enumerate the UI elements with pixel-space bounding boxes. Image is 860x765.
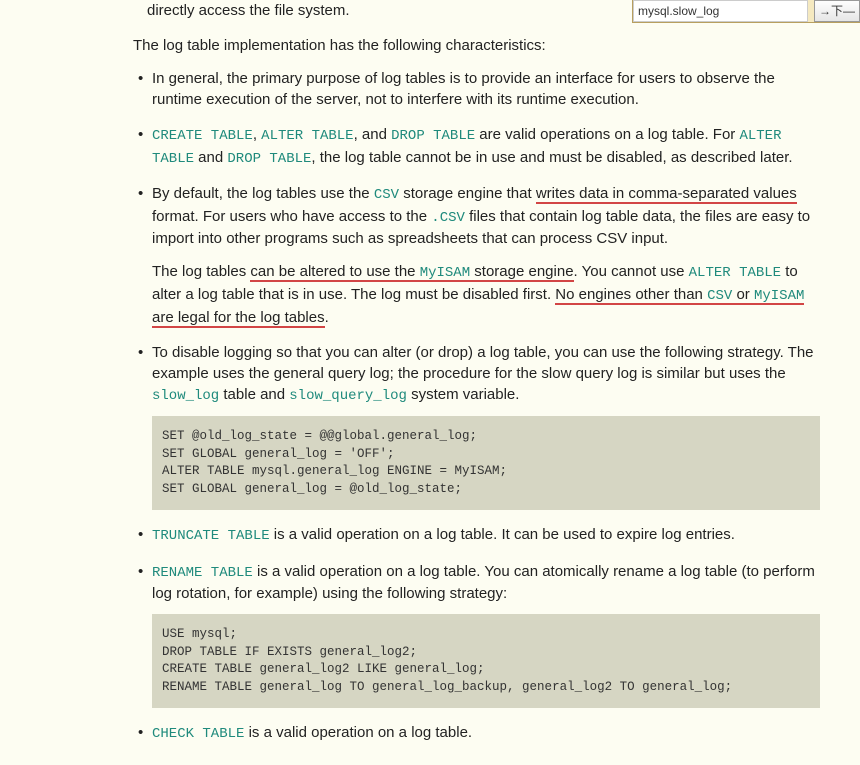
code-csv: CSV	[374, 187, 399, 203]
text: storage engine	[470, 263, 573, 280]
text: or	[732, 286, 754, 303]
text: ,	[253, 126, 261, 143]
code-check-table: CHECK TABLE	[152, 726, 244, 742]
text: is a valid operation on a log table.	[244, 724, 472, 741]
text: format. For users who have access to the	[152, 208, 431, 225]
text: , the log table cannot be in use and mus…	[311, 149, 792, 166]
text: The log tables	[152, 263, 250, 280]
text: are valid operations on a log table. For	[475, 126, 739, 143]
code-alter-table: ALTER TABLE	[689, 265, 781, 281]
code-myisam: MyISAM	[754, 288, 804, 304]
text: In general, the primary purpose of log t…	[152, 70, 775, 108]
text: is a valid operation on a log table. It …	[270, 526, 735, 543]
bullet-csv-default: By default, the log tables use the CSV s…	[138, 183, 820, 327]
bullet-rename: RENAME TABLE is a valid operation on a l…	[138, 561, 820, 709]
search-input[interactable]	[633, 0, 808, 22]
bullet-check: CHECK TABLE is a valid operation on a lo…	[138, 722, 820, 745]
code-csv-ext: .CSV	[431, 210, 465, 226]
code-slow-query-log: slow_query_log	[289, 388, 407, 404]
document-body: directly access the file system. The log…	[0, 0, 860, 765]
bullet-valid-ops: CREATE TABLE, ALTER TABLE, and DROP TABL…	[138, 124, 820, 169]
text: are legal for the log tables	[152, 309, 325, 326]
underlined-text: can be altered to use the MyISAM storage…	[250, 263, 573, 282]
code-create-table: CREATE TABLE	[152, 128, 253, 144]
code-myisam: MyISAM	[420, 265, 470, 281]
code-block-rename: USE mysql; DROP TABLE IF EXISTS general_…	[152, 614, 820, 708]
code-slow-log: slow_log	[152, 388, 219, 404]
bullet-truncate: TRUNCATE TABLE is a valid operation on a…	[138, 524, 820, 547]
code-alter-table: ALTER TABLE	[261, 128, 353, 144]
bullet-purpose: In general, the primary purpose of log t…	[138, 68, 820, 110]
bullet-disable-strategy: To disable logging so that you can alter…	[138, 342, 820, 511]
underlined-text: writes data in comma-separated values	[536, 185, 797, 204]
text: No engines other than	[555, 286, 707, 303]
code-drop-table: DROP TABLE	[227, 151, 311, 167]
text: . You cannot use	[574, 263, 689, 280]
text: .	[325, 309, 329, 326]
code-truncate-table: TRUNCATE TABLE	[152, 528, 270, 544]
text: storage engine that	[399, 185, 536, 202]
code-csv: CSV	[707, 288, 732, 304]
code-block-disable: SET @old_log_state = @@global.general_lo…	[152, 416, 820, 510]
search-bar: →下—	[632, 0, 860, 23]
code-rename-table: RENAME TABLE	[152, 565, 253, 581]
text: To disable logging so that you can alter…	[152, 344, 814, 382]
code-drop-table: DROP TABLE	[391, 128, 475, 144]
text: table and	[219, 386, 289, 403]
text: system variable.	[407, 386, 520, 403]
search-next-button[interactable]: →下—	[814, 0, 860, 22]
intro-paragraph: The log table implementation has the fol…	[133, 35, 820, 56]
text: and	[194, 149, 227, 166]
text: can be altered to use the	[250, 263, 419, 280]
text: By default, the log tables use the	[152, 185, 374, 202]
text: , and	[354, 126, 392, 143]
